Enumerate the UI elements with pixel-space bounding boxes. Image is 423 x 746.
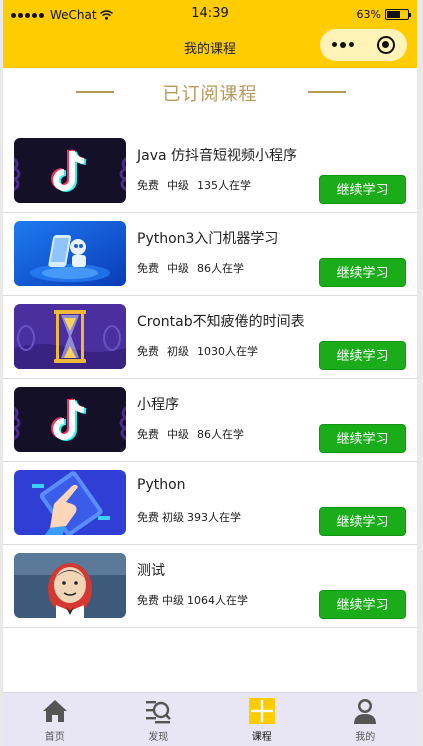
status-bar: WeChat 14:39 63% — [3, 0, 417, 30]
battery-percent: 63% — [356, 8, 381, 21]
course-price: 免费 — [137, 262, 159, 275]
course-price: 免费 — [137, 345, 159, 358]
course-item[interactable]: Java 仿抖音短视频小程序 免费 中级 135人在学 继续学习 — [3, 130, 417, 213]
course-level: 初级 — [162, 511, 184, 524]
jenkins-logo-icon — [14, 553, 126, 618]
course-title: Python3入门机器学习 — [137, 231, 279, 247]
tab-course[interactable]: 课程 — [210, 693, 314, 746]
course-item[interactable]: 小程序 免费 中级 86人在学 继续学习 — [3, 379, 417, 462]
header-bar: WeChat 14:39 63% 我的课程 — [3, 0, 417, 68]
tab-profile[interactable]: 我的 — [314, 693, 418, 746]
course-learners: 393人在学 — [187, 511, 241, 524]
bottom-tab-bar: 首页 发现 课程 我的 — [3, 692, 417, 746]
tiktok-logo-icon — [14, 138, 126, 203]
course-price: 免费 — [137, 511, 159, 524]
course-learners: 86人在学 — [197, 262, 244, 275]
course-thumbnail-python — [14, 470, 126, 535]
tab-label: 发现 — [148, 732, 169, 743]
robot-illustration-icon — [14, 221, 126, 286]
course-icon — [248, 697, 276, 725]
home-icon — [41, 697, 69, 725]
tiktok-logo-icon — [14, 387, 126, 452]
course-meta: 免费 中级 86人在学 — [137, 260, 252, 276]
miniprogram-capsule — [320, 29, 407, 61]
more-menu-icon[interactable] — [331, 42, 354, 48]
course-learners: 135人在学 — [197, 179, 251, 192]
course-learners: 86人在学 — [197, 428, 244, 441]
course-meta: 免费 中级 1064人在学 — [137, 592, 251, 608]
course-title: 测试 — [137, 563, 165, 579]
close-miniprogram-icon[interactable] — [377, 36, 396, 54]
course-item[interactable]: 测试 免费 中级 1064人在学 继续学习 — [3, 545, 417, 628]
course-thumbnail-tiktok — [14, 387, 126, 452]
course-title: Python — [137, 477, 186, 493]
course-item[interactable]: Python 免费 初级 393人在学 继续学习 — [3, 462, 417, 545]
course-level: 中级 — [167, 262, 189, 275]
course-meta: 免费 中级 86人在学 — [137, 426, 252, 442]
battery-icon — [385, 9, 411, 20]
hourglass-icon — [14, 304, 126, 369]
course-level: 中级 — [167, 428, 189, 441]
section-heading: 已订阅课程 — [3, 80, 417, 105]
tab-label: 首页 — [44, 732, 65, 743]
discover-icon — [144, 697, 172, 725]
continue-learning-button[interactable]: 继续学习 — [319, 507, 406, 536]
tab-label: 我的 — [355, 732, 376, 743]
course-title: Java 仿抖音短视频小程序 — [137, 148, 298, 164]
section-title: 已订阅课程 — [162, 84, 258, 105]
clock: 14:39 — [191, 6, 229, 21]
course-learners: 1064人在学 — [187, 594, 248, 607]
course-price: 免费 — [137, 594, 159, 607]
course-title: 小程序 — [137, 397, 179, 413]
heading-divider-right — [308, 91, 346, 93]
tab-label: 课程 — [251, 732, 272, 743]
battery-status: 63% — [356, 8, 411, 21]
continue-learning-button[interactable]: 继续学习 — [319, 424, 406, 453]
course-learners: 1030人在学 — [197, 345, 258, 358]
continue-learning-button[interactable]: 继续学习 — [319, 341, 406, 370]
tablet-touch-icon — [14, 470, 126, 535]
tab-home[interactable]: 首页 — [3, 693, 107, 746]
course-thumbnail-crontab — [14, 304, 126, 369]
course-level: 中级 — [162, 594, 184, 607]
course-level: 中级 — [167, 179, 189, 192]
continue-learning-button[interactable]: 继续学习 — [319, 590, 406, 619]
course-meta: 免费 中级 135人在学 — [137, 177, 259, 193]
continue-learning-button[interactable]: 继续学习 — [319, 258, 406, 287]
course-item[interactable]: Python3入门机器学习 免费 中级 86人在学 继续学习 — [3, 213, 417, 296]
continue-learning-button[interactable]: 继续学习 — [319, 175, 406, 204]
course-item[interactable]: Crontab不知疲倦的时间表 免费 初级 1030人在学 继续学习 — [3, 296, 417, 379]
course-thumbnail-tiktok — [14, 138, 126, 203]
course-thumbnail-jenkins — [14, 553, 126, 618]
course-meta: 免费 初级 393人在学 — [137, 509, 244, 525]
course-price: 免费 — [137, 428, 159, 441]
course-title: Crontab不知疲倦的时间表 — [137, 314, 305, 330]
app-screen: WeChat 14:39 63% 我的课程 已订阅课程 Java 仿抖音短视频小… — [3, 0, 417, 746]
course-list: Java 仿抖音短视频小程序 免费 中级 135人在学 继续学习 Python3… — [3, 130, 417, 628]
course-thumbnail-ml — [14, 221, 126, 286]
course-price: 免费 — [137, 179, 159, 192]
course-level: 初级 — [167, 345, 189, 358]
tab-discover[interactable]: 发现 — [107, 693, 211, 746]
course-meta: 免费 初级 1030人在学 — [137, 343, 266, 359]
profile-icon — [351, 697, 379, 725]
